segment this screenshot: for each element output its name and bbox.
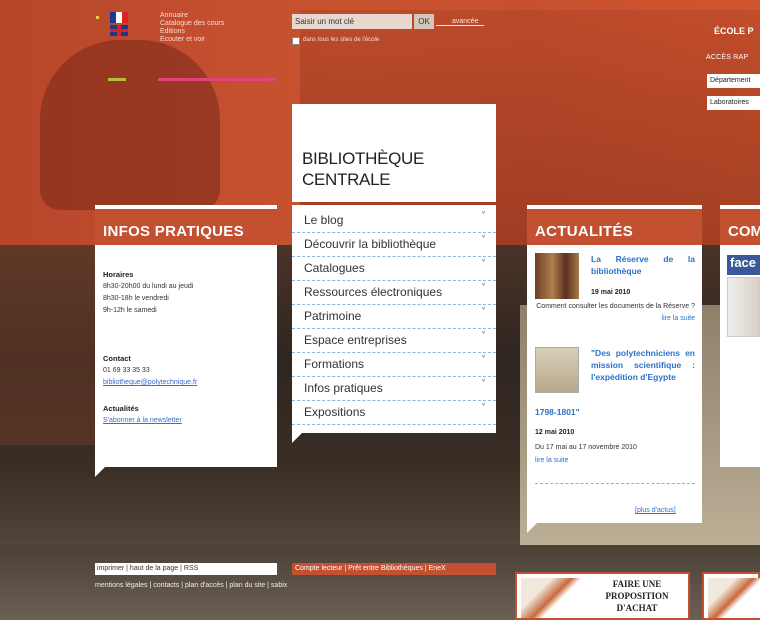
chevron-down-icon: ˅	[481, 283, 486, 294]
main-menu: Le blog ˅ Découvrir la bibliothèque ˅ Cata…	[292, 205, 496, 443]
search-all-sites-label: dans tous les sites de l'école	[303, 37, 380, 43]
chevron-down-icon: ˅	[481, 403, 486, 414]
news-text: Du 17 mai au 17 novembre 2010 lire la sui…	[535, 444, 637, 464]
accent-bar	[158, 78, 276, 81]
news-title-link[interactable]: La Réserve de la bibliothèque	[591, 253, 695, 277]
laboratoires-select[interactable]: Laboratoires	[707, 96, 760, 110]
divider	[535, 483, 695, 484]
menu-item-catalogues[interactable]: Catalogues ˅	[292, 257, 496, 281]
banner-image	[521, 578, 583, 618]
menu-item-infos[interactable]: Infos pratiques ˅	[292, 377, 496, 401]
facebook-logo[interactable]: face	[727, 255, 760, 275]
communication-box: COM face	[720, 205, 760, 467]
news-date: 19 mai 2010	[591, 289, 631, 296]
accent-bar	[108, 78, 126, 81]
site-title-card: BIBLIOTHÈQUE CENTRALE	[292, 104, 496, 202]
chevron-down-icon: ˅	[481, 379, 486, 390]
actualites-header: ACTUALITÉS	[527, 205, 702, 245]
advanced-search-link[interactable]: avancée	[436, 18, 484, 26]
page: Annuaire Catalogue des cours Editions Ec…	[0, 0, 760, 620]
chevron-down-icon: ˅	[481, 307, 486, 318]
read-more-link[interactable]: lire la suite	[535, 457, 568, 464]
read-more-link[interactable]: lire la suite	[662, 315, 695, 322]
footer-legal-links[interactable]: mentions légales | contacts | plan d'acc…	[95, 582, 287, 589]
news-title-link[interactable]: 1798-1801"	[535, 407, 580, 417]
french-flag-icon[interactable]	[110, 12, 128, 23]
search-all-sites-checkbox[interactable]	[292, 37, 300, 45]
footer-account-links[interactable]: Compte lecteur | Prêt entre Bibliothèque…	[292, 563, 496, 575]
top-nav: Annuaire Catalogue des cours Editions Ec…	[160, 12, 224, 44]
news-title-link[interactable]: "Des polytechniciens en mission scientif…	[591, 347, 695, 383]
chevron-down-icon: ˅	[481, 331, 486, 342]
secondary-banner[interactable]	[702, 572, 760, 620]
search-ok-button[interactable]: OK	[414, 14, 434, 29]
menu-item-decouvrir[interactable]: Découvrir la bibliothèque ˅	[292, 233, 496, 257]
horaires-title: Horaires	[103, 270, 134, 279]
infos-body: Horaires 8h30-20h00 du lundi au jeudi 8h…	[103, 269, 273, 427]
news-thumbnail[interactable]	[535, 253, 579, 299]
footer-utility-links[interactable]: imprimer | haut de la page | RSS	[95, 563, 277, 575]
banner-text: FAIRE UNE PROPOSITION D'ACHAT	[605, 579, 669, 613]
news-text: Comment consulter les documents de la Ré…	[536, 303, 695, 322]
facebook-preview-image[interactable]	[727, 277, 760, 337]
topnav-ecouter[interactable]: Ecouter et voir	[160, 36, 224, 44]
infos-header: INFOS PRATIQUES	[95, 205, 277, 245]
topnav-catalogue[interactable]: Catalogue des cours	[160, 20, 224, 28]
bullet-icon	[96, 16, 99, 19]
actualites-box: ACTUALITÉS La Réserve de la bibliothèque…	[527, 205, 702, 533]
contact-email-link[interactable]: bibliotheque@polytechnique.fr	[103, 377, 273, 389]
more-news-link[interactable]: [plus d'actus]	[635, 507, 676, 514]
topnav-editions[interactable]: Editions	[160, 28, 224, 36]
chevron-down-icon: ˅	[481, 235, 486, 246]
banner-image	[708, 578, 760, 618]
menu-item-ressources[interactable]: Ressources électroniques ˅	[292, 281, 496, 305]
topnav-annuaire[interactable]: Annuaire	[160, 12, 224, 20]
infos-pratiques-box: INFOS PRATIQUES Horaires 8h30-20h00 du l…	[95, 205, 277, 477]
menu-item-patrimoine[interactable]: Patrimoine ˅	[292, 305, 496, 329]
newsletter-link[interactable]: S'abonner à la newsletter	[103, 415, 273, 427]
horaire-line: 9h-12h le samedi	[103, 307, 157, 314]
purchase-proposal-banner[interactable]: FAIRE UNE PROPOSITION D'ACHAT	[515, 572, 690, 620]
news-thumbnail[interactable]	[535, 347, 579, 393]
menu-item-entreprises[interactable]: Espace entreprises ˅	[292, 329, 496, 353]
menu-item-blog[interactable]: Le blog ˅	[292, 209, 496, 233]
page-title: BIBLIOTHÈQUE CENTRALE	[302, 149, 425, 189]
chevron-down-icon: ˅	[481, 355, 486, 366]
quick-access-label: ACCÈS RAP	[706, 54, 749, 61]
horaire-line: 8h30-18h le vendredi	[103, 295, 169, 302]
contact-phone: 01 69 33 35 33	[103, 367, 150, 374]
chevron-down-icon: ˅	[481, 259, 486, 270]
departement-select[interactable]: Département	[707, 74, 760, 88]
horaire-line: 8h30-20h00 du lundi au jeudi	[103, 283, 194, 290]
uk-flag-icon[interactable]	[110, 25, 128, 36]
contact-title: Contact	[103, 354, 131, 363]
menu-item-formations[interactable]: Formations ˅	[292, 353, 496, 377]
menu-item-expositions[interactable]: Expositions ˅	[292, 401, 496, 425]
chevron-down-icon: ˅	[481, 211, 486, 222]
actualites-title: Actualités	[103, 404, 139, 413]
school-title: ÉCOLE P	[714, 26, 754, 36]
search-input[interactable]	[292, 14, 412, 29]
com-header: COM	[720, 205, 760, 245]
news-date: 12 mai 2010	[535, 429, 575, 436]
